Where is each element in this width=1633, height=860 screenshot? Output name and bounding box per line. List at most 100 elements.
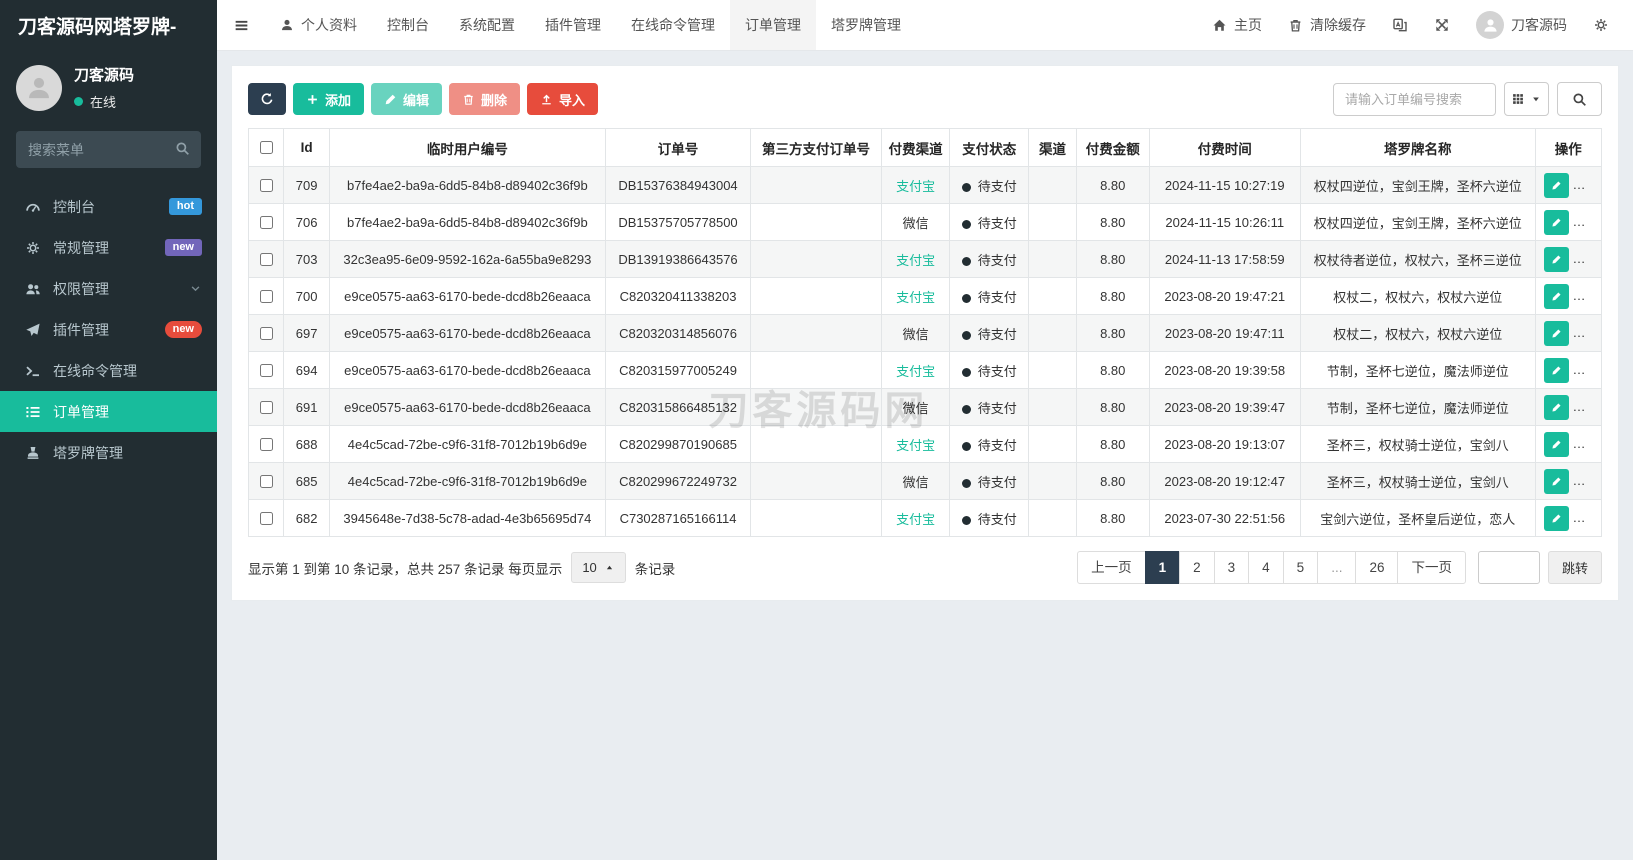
- row-checkbox[interactable]: [260, 178, 274, 192]
- menu-search-input[interactable]: [16, 131, 201, 168]
- nav-tab-label: 个人资料: [301, 17, 357, 33]
- row-checkbox[interactable]: [260, 400, 274, 414]
- cell-tarot-names: 权杖四逆位，宝剑王牌，圣杯六逆位: [1300, 166, 1536, 204]
- import-button[interactable]: 导入: [527, 83, 599, 115]
- edit-row-button[interactable]: [1543, 320, 1569, 346]
- dashboard-icon: [24, 199, 42, 215]
- columns-button[interactable]: [1504, 82, 1549, 116]
- edit-row-button[interactable]: [1543, 283, 1569, 309]
- sidebar-item-permission[interactable]: 权限管理: [0, 268, 217, 309]
- user-menu[interactable]: 刀客源码: [1476, 11, 1567, 39]
- edit-button[interactable]: 编辑: [371, 83, 443, 115]
- sidebar-item-general[interactable]: 常规管理 new: [0, 227, 217, 268]
- order-search-input[interactable]: [1333, 82, 1496, 116]
- search-button[interactable]: [1557, 82, 1602, 116]
- jump-button[interactable]: 跳转: [1547, 551, 1602, 584]
- cell-order-no: C820315866485132: [604, 388, 752, 426]
- cell-pay-status: 待支付: [949, 277, 1030, 315]
- cell-third-party-no: [750, 499, 882, 537]
- navbar-left: 个人资料 控制台 系统配置 插件管理 在线命令管理 订单管理 塔罗牌管理: [217, 0, 916, 50]
- cell-channel: [1028, 462, 1077, 500]
- row-checkbox[interactable]: [260, 511, 274, 525]
- refresh-icon: [260, 92, 274, 106]
- nav-tab-command[interactable]: 在线命令管理: [616, 0, 730, 50]
- select-all-checkbox[interactable]: [260, 141, 274, 154]
- sidebar-item-tarot[interactable]: 塔罗牌管理: [0, 432, 217, 473]
- nav-tab-order[interactable]: 订单管理: [730, 0, 816, 50]
- cell-tarot-names: 宝剑六逆位，圣杯皇后逆位，恋人: [1300, 499, 1536, 537]
- page-size-value: 10: [582, 560, 597, 575]
- add-button[interactable]: 添加: [293, 83, 365, 115]
- status-dot-icon: [961, 256, 971, 266]
- page-3-button[interactable]: 3: [1213, 551, 1250, 584]
- next-page-button[interactable]: 下一页: [1397, 551, 1466, 584]
- edit-row-button[interactable]: [1543, 394, 1569, 420]
- cell-channel: [1028, 203, 1077, 241]
- pay-channel-label: 支付宝: [896, 252, 936, 268]
- page-26-button[interactable]: 26: [1355, 551, 1399, 584]
- cell-third-party-no: [750, 277, 882, 315]
- sidebar-item-console[interactable]: 控制台 hot: [0, 186, 217, 227]
- page-2-button[interactable]: 2: [1179, 551, 1215, 584]
- page-1-button[interactable]: 1: [1144, 551, 1181, 584]
- trash-icon: [1288, 18, 1303, 33]
- clear-cache-link[interactable]: 清除缓存: [1288, 15, 1366, 35]
- edit-row-button[interactable]: [1543, 246, 1569, 272]
- search-icon[interactable]: [175, 141, 190, 156]
- row-checkbox[interactable]: [260, 437, 274, 451]
- edit-row-button[interactable]: [1543, 357, 1569, 383]
- cell-tarot-names: 权杖二，权杖六，权杖六逆位: [1300, 277, 1536, 315]
- nav-tab-plugin[interactable]: 插件管理: [530, 0, 616, 50]
- table-row: 685 4e4c5cad-72be-c9f6-31f8-7012b19b6d9e C…: [247, 462, 1602, 500]
- settings-button[interactable]: [1593, 17, 1609, 33]
- row-checkbox[interactable]: [260, 289, 274, 303]
- edit-row-button[interactable]: [1543, 505, 1569, 531]
- upload-icon: [540, 93, 553, 106]
- edit-row-button[interactable]: [1543, 468, 1569, 494]
- row-checkbox[interactable]: [260, 326, 274, 340]
- sidebar-item-command[interactable]: 在线命令管理: [0, 350, 217, 391]
- page-size-dropdown[interactable]: 10: [571, 552, 626, 583]
- cell-temp-user-code: b7fe4ae2-ba9a-6dd5-84b8-d89402c36f9b: [328, 166, 606, 204]
- fullscreen-button[interactable]: [1434, 17, 1450, 33]
- edit-row-button[interactable]: [1543, 172, 1569, 198]
- orders-table-wrap: Id 临时用户编号 订单号 第三方支付订单号 付费渠道 支付状态 渠道 付费金额 付费时间 塔罗牌…: [247, 128, 1602, 537]
- pay-channel-label: 微信: [902, 326, 929, 342]
- delete-button[interactable]: 删除: [449, 83, 521, 115]
- nav-tab-profile[interactable]: 个人资料: [265, 0, 372, 50]
- edit-row-button[interactable]: [1543, 431, 1569, 457]
- nav-tab-label: 系统配置: [459, 17, 515, 33]
- sidebar-user-panel: 刀客源码 在线: [0, 51, 217, 121]
- refresh-button[interactable]: [248, 83, 286, 115]
- page-5-button[interactable]: 5: [1282, 551, 1319, 584]
- cell-actions: [1534, 240, 1602, 278]
- sidebar-toggle-button[interactable]: [217, 0, 265, 50]
- cell-pay-amount: 8.80: [1075, 351, 1150, 389]
- nav-tab-tarot[interactable]: 塔罗牌管理: [816, 0, 916, 50]
- nav-tab-console[interactable]: 控制台: [372, 0, 444, 50]
- row-checkbox[interactable]: [260, 215, 274, 229]
- sidebar-item-plugin[interactable]: 插件管理 new: [0, 309, 217, 350]
- row-checkbox[interactable]: [260, 474, 274, 488]
- row-checkbox[interactable]: [260, 363, 274, 377]
- cell-pay-time: 2024-11-15 10:27:19: [1148, 166, 1302, 204]
- cell-order-no: C820320411338203: [604, 277, 752, 315]
- add-button-label: 添加: [325, 92, 352, 108]
- nav-tab-system-config[interactable]: 系统配置: [444, 0, 530, 50]
- prev-page-button[interactable]: 上一页: [1077, 551, 1146, 584]
- row-checkbox[interactable]: [260, 252, 274, 266]
- cell-third-party-no: [750, 462, 882, 500]
- column-id: Id: [283, 128, 330, 167]
- cell-temp-user-code: 4e4c5cad-72be-c9f6-31f8-7012b19b6d9e: [328, 462, 606, 500]
- sidebar-item-label: 控制台: [53, 198, 95, 215]
- cell-pay-amount: 8.80: [1075, 499, 1150, 537]
- pencil-icon: [1551, 439, 1562, 450]
- sidebar-item-order[interactable]: 订单管理: [0, 391, 217, 432]
- page-4-button[interactable]: 4: [1248, 551, 1284, 584]
- pay-channel-label: 微信: [902, 474, 929, 490]
- jump-page-input[interactable]: [1477, 551, 1540, 584]
- edit-row-button[interactable]: [1543, 209, 1569, 235]
- home-link[interactable]: 主页: [1212, 15, 1262, 35]
- cell-pay-channel: 微信: [880, 203, 951, 241]
- language-button[interactable]: [1392, 17, 1408, 33]
